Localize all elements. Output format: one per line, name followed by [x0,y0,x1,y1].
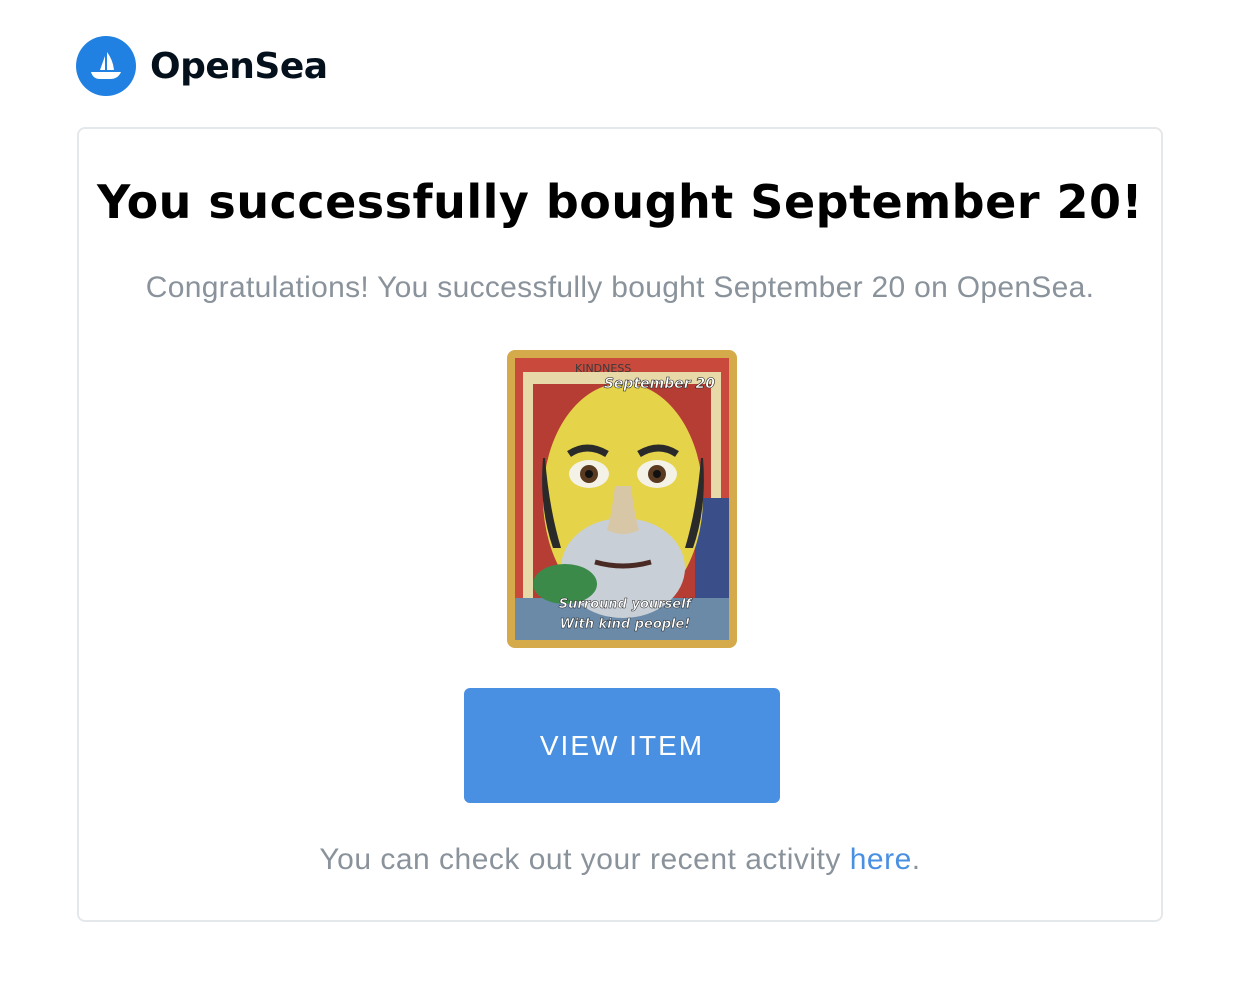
nft-card-name: September 20 [604,376,715,392]
purchase-confirmation-card: You successfully bought September 20! Co… [77,127,1163,922]
congratulations-message: Congratulations! You successfully bought… [145,271,1095,304]
nft-image[interactable]: September 20 KINDNESS Surround yourself … [507,350,737,648]
brand-name: OpenSea [150,45,328,87]
header: OpenSea [76,36,328,96]
nft-caption-line1: Surround yourself [559,597,694,612]
page-title: You successfully bought September 20! [96,175,1144,229]
opensea-ship-icon[interactable] [76,36,136,96]
recent-activity-link[interactable]: here [850,843,912,876]
recent-activity-suffix: . [911,843,921,876]
recent-activity-message: You can check out your recent activity h… [79,843,1161,877]
view-item-button[interactable]: VIEW ITEM [464,688,780,803]
nft-top-text: KINDNESS [575,362,631,375]
recent-activity-prefix: You can check out your recent activity [319,843,850,876]
nft-caption-line2: With kind people! [560,617,691,632]
nft-artwork: September 20 KINDNESS Surround yourself … [515,358,729,640]
